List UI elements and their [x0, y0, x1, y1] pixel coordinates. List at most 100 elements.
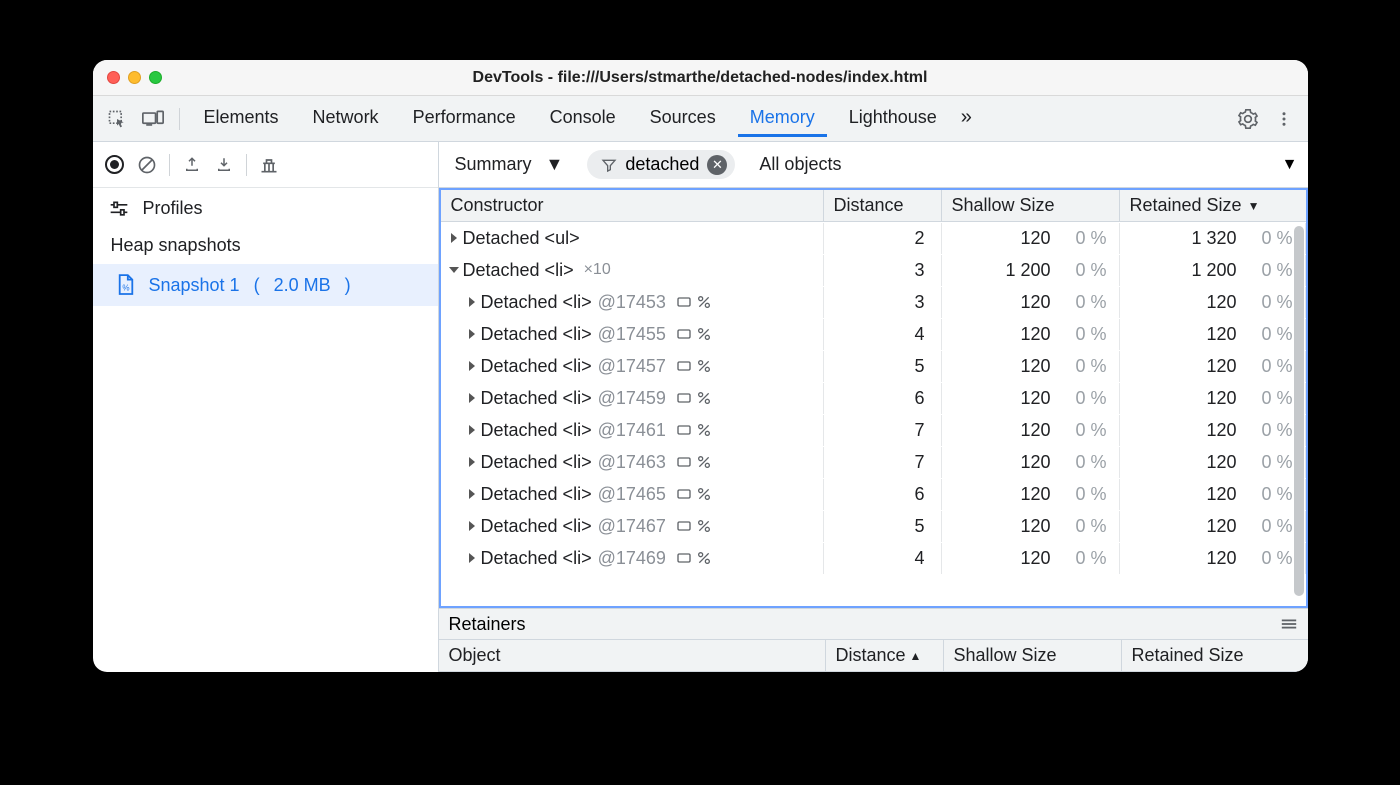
sort-desc-icon: ▼: [1248, 199, 1260, 213]
class-filter-pill[interactable]: detached ✕: [587, 150, 735, 179]
object-id: @17459: [598, 388, 666, 409]
shallow-size-cell: 120: [1020, 484, 1050, 505]
collect-garbage-icon[interactable]: [255, 151, 283, 179]
retained-size-cell: 120: [1206, 484, 1236, 505]
disclosure-triangle-icon[interactable]: [469, 425, 475, 435]
disclosure-triangle-icon[interactable]: [449, 267, 459, 273]
separator: [179, 108, 180, 130]
distance-cell: 7: [824, 415, 942, 446]
shallow-pct: 0 %: [1061, 388, 1107, 409]
inspect-element-icon[interactable]: [103, 105, 131, 133]
scope-select[interactable]: All objects: [753, 150, 847, 179]
constructor-label: Detached <ul>: [463, 228, 580, 249]
retainers-columns[interactable]: Object Distance▲ Shallow Size Retained S…: [439, 640, 1308, 672]
retained-pct: 0 %: [1247, 484, 1293, 505]
close-window-button[interactable]: [107, 71, 120, 84]
window-title: DevTools - file:///Users/stmarthe/detach…: [93, 69, 1308, 87]
retainers-menu-icon[interactable]: [1280, 617, 1298, 631]
distance-cell: 6: [824, 479, 942, 510]
window-titlebar: DevTools - file:///Users/stmarthe/detach…: [93, 60, 1308, 96]
grid-header[interactable]: Constructor Distance Shallow Size Retain…: [441, 190, 1306, 222]
separator: [246, 154, 247, 176]
col-shallow-2[interactable]: Shallow Size: [944, 640, 1122, 671]
memory-controls: Summary ▼ detached ✕ All objects ▼: [439, 142, 1308, 188]
table-row[interactable]: Detached <li> @1745331200 %1200 %: [441, 286, 1306, 318]
table-row[interactable]: Detached <li>×1031 2000 %1 2000 %: [441, 254, 1306, 286]
snapshot-item[interactable]: % Snapshot 1 (2.0 MB): [93, 264, 438, 306]
clear-button-icon[interactable]: [133, 151, 161, 179]
heap-snapshots-heading: Heap snapshots: [93, 225, 438, 264]
table-row[interactable]: Detached <li> @1745541200 %1200 %: [441, 318, 1306, 350]
retained-pct: 0 %: [1247, 356, 1293, 377]
col-constructor[interactable]: Constructor: [441, 190, 824, 221]
col-distance[interactable]: Distance: [824, 190, 942, 221]
shallow-pct: 0 %: [1061, 484, 1107, 505]
disclosure-triangle-icon[interactable]: [469, 297, 475, 307]
col-object[interactable]: Object: [439, 640, 826, 671]
kebab-menu-icon[interactable]: [1270, 105, 1298, 133]
retained-size-cell: 120: [1206, 292, 1236, 313]
snapshot-name: Snapshot 1: [149, 275, 240, 296]
retained-size-cell: 120: [1206, 420, 1236, 441]
vertical-scrollbar[interactable]: [1294, 226, 1304, 602]
table-row[interactable]: Detached <li> @1746941200 %1200 %: [441, 542, 1306, 574]
chevron-down-icon[interactable]: ▼: [1282, 156, 1298, 174]
devtools-window: DevTools - file:///Users/stmarthe/detach…: [93, 60, 1308, 672]
table-row[interactable]: Detached <li> @1746371200 %1200 %: [441, 446, 1306, 478]
disclosure-triangle-icon[interactable]: [469, 489, 475, 499]
shallow-pct: 0 %: [1061, 292, 1107, 313]
minimize-window-button[interactable]: [128, 71, 141, 84]
view-select[interactable]: Summary ▼: [449, 150, 570, 179]
table-row[interactable]: Detached <ul>21200 %1 3200 %: [441, 222, 1306, 254]
col-retained-2[interactable]: Retained Size: [1122, 640, 1308, 671]
disclosure-triangle-icon[interactable]: [469, 457, 475, 467]
table-row[interactable]: Detached <li> @1745961200 %1200 %: [441, 382, 1306, 414]
table-row[interactable]: Detached <li> @1745751200 %1200 %: [441, 350, 1306, 382]
tabs-overflow[interactable]: »: [957, 100, 976, 138]
shallow-size-cell: 120: [1020, 292, 1050, 313]
col-shallow[interactable]: Shallow Size: [942, 190, 1120, 221]
export-icon[interactable]: [178, 151, 206, 179]
distance-cell: 7: [824, 447, 942, 478]
disclosure-triangle-icon[interactable]: [469, 521, 475, 531]
device-toolbar-icon[interactable]: [139, 105, 167, 133]
disclosure-triangle-icon[interactable]: [469, 361, 475, 371]
table-row[interactable]: Detached <li> @1746751200 %1200 %: [441, 510, 1306, 542]
tab-performance[interactable]: Performance: [401, 101, 528, 137]
constructor-label: Detached <li>: [481, 292, 592, 313]
grid-body[interactable]: Detached <ul>21200 %1 3200 %Detached <li…: [441, 222, 1306, 606]
object-id: @17467: [598, 516, 666, 537]
disclosure-triangle-icon[interactable]: [469, 553, 475, 563]
table-row[interactable]: Detached <li> @1746561200 %1200 %: [441, 478, 1306, 510]
disclosure-triangle-icon[interactable]: [469, 393, 475, 403]
shallow-size-cell: 1 200: [1005, 260, 1050, 281]
tab-memory[interactable]: Memory: [738, 101, 827, 137]
clear-filter-icon[interactable]: ✕: [707, 155, 727, 175]
table-row[interactable]: Detached <li> @1746171200 %1200 %: [441, 414, 1306, 446]
retained-pct: 0 %: [1247, 324, 1293, 345]
maximize-window-button[interactable]: [149, 71, 162, 84]
scope-select-value: All objects: [759, 154, 841, 175]
import-icon[interactable]: [210, 151, 238, 179]
col-distance-2[interactable]: Distance▲: [826, 640, 944, 671]
record-button[interactable]: [101, 151, 129, 179]
constructor-label: Detached <li>: [481, 324, 592, 345]
tab-lighthouse[interactable]: Lighthouse: [837, 101, 949, 137]
col-retained[interactable]: Retained Size▼: [1120, 190, 1306, 221]
retained-size-cell: 120: [1206, 388, 1236, 409]
distance-cell: 4: [824, 543, 942, 574]
filter-icon: [601, 157, 617, 173]
object-id: @17453: [598, 292, 666, 313]
disclosure-triangle-icon[interactable]: [451, 233, 457, 243]
tab-console[interactable]: Console: [538, 101, 628, 137]
tab-elements[interactable]: Elements: [192, 101, 291, 137]
tab-network[interactable]: Network: [301, 101, 391, 137]
profiles-label: Profiles: [143, 198, 203, 219]
filter-value: detached: [625, 154, 699, 175]
constructor-label: Detached <li>: [463, 260, 574, 281]
disclosure-triangle-icon[interactable]: [469, 329, 475, 339]
heap-grid: Constructor Distance Shallow Size Retain…: [439, 188, 1308, 608]
settings-gear-icon[interactable]: [1234, 105, 1262, 133]
tab-sources[interactable]: Sources: [638, 101, 728, 137]
snapshot-size: 2.0 MB: [274, 275, 331, 296]
